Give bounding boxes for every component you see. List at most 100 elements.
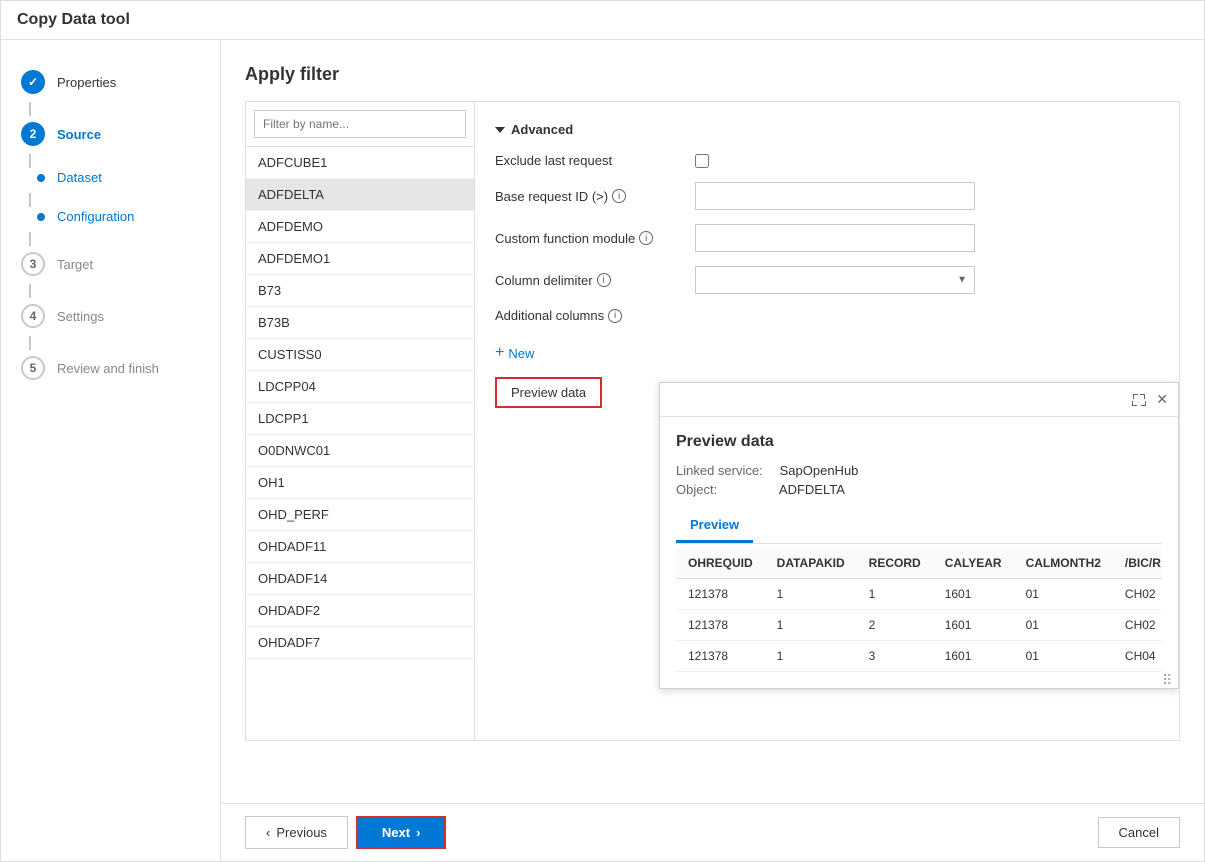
app-title-bar: Copy Data tool bbox=[1, 1, 1204, 40]
list-items: ADFCUBE1 ADFDELTA ADFDEMO ADFDEMO1 B73 B… bbox=[246, 147, 474, 740]
list-item[interactable]: OHDADF7 bbox=[246, 627, 474, 659]
cell-record: 2 bbox=[857, 610, 933, 641]
list-item[interactable]: OHD_PERF bbox=[246, 499, 474, 531]
close-x-icon: ✕ bbox=[1156, 391, 1168, 408]
list-item[interactable]: OH1 bbox=[246, 467, 474, 499]
form-row-additional-columns: Additional columns i bbox=[495, 308, 1159, 331]
list-item[interactable]: B73B bbox=[246, 307, 474, 339]
sidebar-label-configuration: Configuration bbox=[57, 209, 134, 224]
additional-columns-info-icon[interactable]: i bbox=[608, 309, 622, 323]
base-request-input[interactable] bbox=[695, 182, 975, 210]
main-footer: ‹ Previous Next › Cancel bbox=[221, 803, 1204, 861]
column-delimiter-info-icon[interactable]: i bbox=[597, 273, 611, 287]
cell-datapakid: 1 bbox=[765, 641, 857, 672]
preview-panel-header: ✕ bbox=[660, 383, 1178, 417]
cell-ohrequid: 121378 bbox=[676, 610, 765, 641]
sidebar-item-properties[interactable]: ✓ Properties bbox=[1, 60, 220, 104]
step-circle-settings: 4 bbox=[21, 304, 45, 328]
list-item[interactable]: B73 bbox=[246, 275, 474, 307]
filter-content: ADFCUBE1 ADFDELTA ADFDEMO ADFDEMO1 B73 B… bbox=[245, 101, 1180, 741]
list-item[interactable]: ADFDELTA bbox=[246, 179, 474, 211]
list-item[interactable]: LDCPP04 bbox=[246, 371, 474, 403]
custom-function-label: Custom function module i bbox=[495, 231, 685, 246]
column-delimiter-select[interactable] bbox=[695, 266, 975, 294]
previous-button[interactable]: ‹ Previous bbox=[245, 816, 348, 849]
cell-calyear: 1601 bbox=[933, 610, 1014, 641]
step-circle-target: 3 bbox=[21, 252, 45, 276]
tab-preview[interactable]: Preview bbox=[676, 509, 753, 543]
collapse-triangle-icon bbox=[495, 127, 505, 133]
expand-icon[interactable] bbox=[1130, 389, 1148, 410]
list-panel: ADFCUBE1 ADFDELTA ADFDEMO ADFDEMO1 B73 B… bbox=[245, 101, 475, 741]
cell-calmonth2: 01 bbox=[1014, 579, 1113, 610]
cell-bic: CH02 bbox=[1113, 610, 1162, 641]
col-ohrequid: OHREQUID bbox=[676, 548, 765, 579]
custom-function-input[interactable] bbox=[695, 224, 975, 252]
checkmark-icon: ✓ bbox=[28, 75, 38, 89]
main-content: Apply filter ADFCUBE1 ADFDELTA ADFDEMO A… bbox=[221, 40, 1204, 861]
close-icon[interactable]: ✕ bbox=[1154, 389, 1170, 410]
next-button[interactable]: Next › bbox=[356, 816, 447, 849]
app-container: Copy Data tool ✓ Properties 2 Source bbox=[0, 0, 1205, 862]
preview-data-button[interactable]: Preview data bbox=[495, 377, 602, 408]
list-item[interactable]: LDCPP1 bbox=[246, 403, 474, 435]
cancel-button[interactable]: Cancel bbox=[1098, 817, 1180, 848]
base-request-label: Base request ID (>) i bbox=[495, 189, 685, 204]
app-body: ✓ Properties 2 Source Dataset Configurat… bbox=[1, 40, 1204, 861]
custom-function-info-icon[interactable]: i bbox=[639, 231, 653, 245]
right-chevron-icon: › bbox=[416, 825, 420, 840]
table-row: 121378 1 3 1601 01 CH04 bbox=[676, 641, 1162, 672]
resize-handle-icon[interactable]: ⠿ bbox=[1162, 672, 1174, 684]
object-label: Object: bbox=[676, 482, 776, 497]
list-item[interactable]: O0DNWC01 bbox=[246, 435, 474, 467]
list-item[interactable]: ADFDEMO1 bbox=[246, 243, 474, 275]
right-panel: Advanced Exclude last request Base reque bbox=[475, 101, 1180, 741]
col-record: RECORD bbox=[857, 548, 933, 579]
sidebar-item-source[interactable]: 2 Source bbox=[1, 112, 220, 156]
filter-input[interactable] bbox=[254, 110, 466, 138]
form-row-column-delimiter: Column delimiter i ▼ bbox=[495, 266, 1159, 294]
sidebar-item-dataset[interactable]: Dataset bbox=[1, 160, 220, 195]
step-number-settings: 4 bbox=[30, 309, 37, 323]
advanced-header-label: Advanced bbox=[511, 122, 573, 137]
list-item[interactable]: CUSTISS0 bbox=[246, 339, 474, 371]
new-button[interactable]: + New bbox=[495, 345, 534, 361]
object-value: ADFDELTA bbox=[779, 482, 845, 497]
sidebar-item-target[interactable]: 3 Target bbox=[1, 242, 220, 286]
filter-input-wrap bbox=[246, 102, 474, 147]
footer-left: ‹ Previous Next › bbox=[245, 816, 1086, 849]
cell-calmonth2: 01 bbox=[1014, 610, 1113, 641]
list-item[interactable]: OHDADF14 bbox=[246, 563, 474, 595]
list-item[interactable]: ADFCUBE1 bbox=[246, 147, 474, 179]
preview-tabs: Preview bbox=[676, 509, 1162, 544]
list-item[interactable]: OHDADF11 bbox=[246, 531, 474, 563]
exclude-label: Exclude last request bbox=[495, 153, 685, 168]
cell-datapakid: 1 bbox=[765, 610, 857, 641]
dot-configuration bbox=[37, 213, 45, 221]
preview-panel-title: Preview data bbox=[676, 433, 1162, 451]
step-number-target: 3 bbox=[30, 257, 37, 271]
sidebar-item-settings[interactable]: 4 Settings bbox=[1, 294, 220, 338]
sidebar-item-configuration[interactable]: Configuration bbox=[1, 199, 220, 234]
sidebar-item-review[interactable]: 5 Review and finish bbox=[1, 346, 220, 390]
additional-columns-label: Additional columns i bbox=[495, 308, 622, 323]
cell-ohrequid: 121378 bbox=[676, 579, 765, 610]
table-header-row: OHREQUID DATAPAKID RECORD CALYEAR CALMON… bbox=[676, 548, 1162, 579]
list-item[interactable]: OHDADF2 bbox=[246, 595, 474, 627]
sidebar: ✓ Properties 2 Source Dataset Configurat… bbox=[1, 40, 221, 861]
sidebar-label-settings: Settings bbox=[57, 309, 104, 324]
form-row-base-request: Base request ID (>) i bbox=[495, 182, 1159, 210]
list-item[interactable]: ADFDEMO bbox=[246, 211, 474, 243]
plus-icon: + bbox=[495, 345, 504, 361]
left-chevron-icon: ‹ bbox=[266, 825, 270, 840]
cell-calyear: 1601 bbox=[933, 641, 1014, 672]
advanced-header[interactable]: Advanced bbox=[495, 122, 1159, 137]
cell-ohrequid: 121378 bbox=[676, 641, 765, 672]
sidebar-label-target: Target bbox=[57, 257, 93, 272]
preview-btn-label: Preview data bbox=[511, 385, 586, 400]
linked-service-label: Linked service: bbox=[676, 463, 776, 478]
col-bic: /BIC/R bbox=[1113, 548, 1162, 579]
base-request-info-icon[interactable]: i bbox=[612, 189, 626, 203]
exclude-checkbox[interactable] bbox=[695, 154, 709, 168]
preview-panel-body: Preview data Linked service: SapOpenHub … bbox=[660, 417, 1178, 688]
